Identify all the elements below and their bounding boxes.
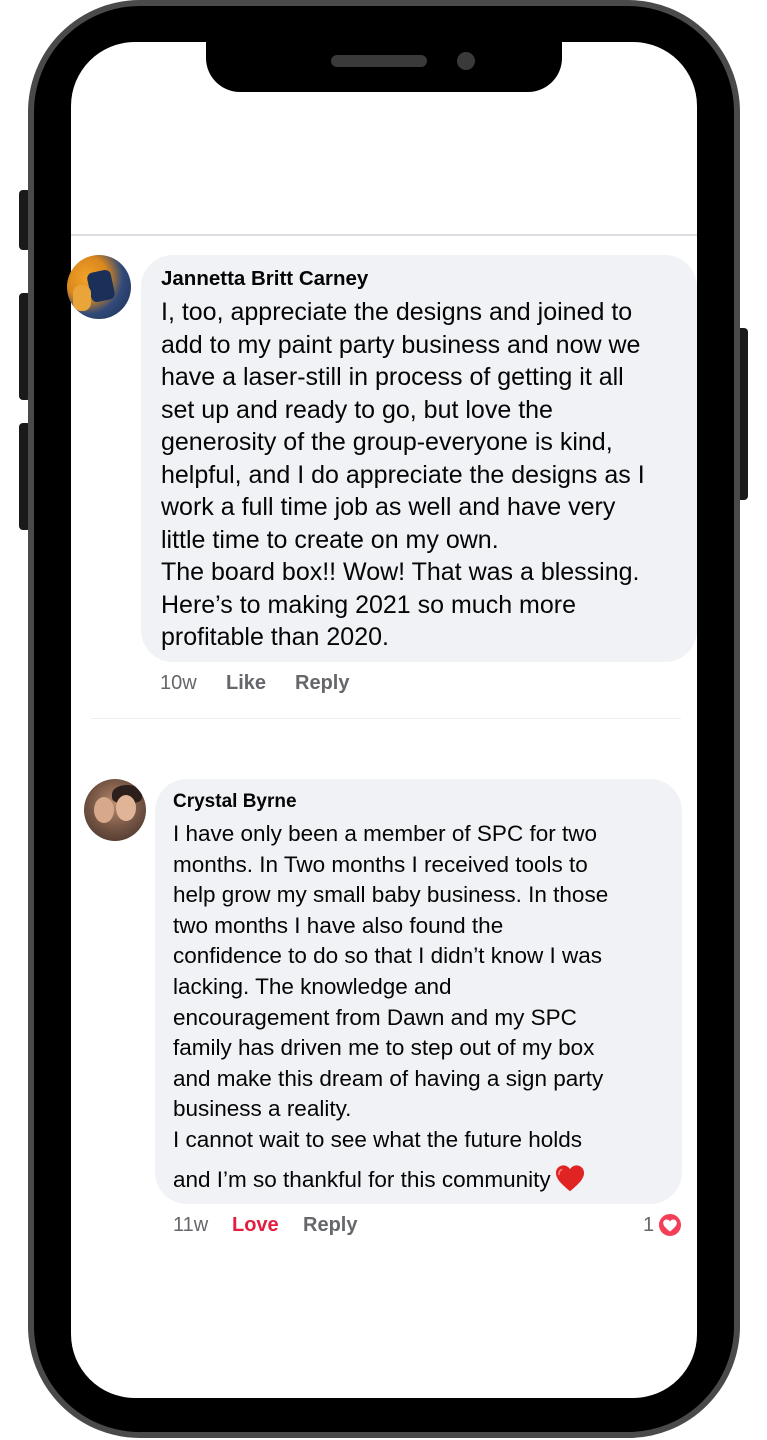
comment-line: months. In Two months I received tools t… [173,851,588,877]
comment-author[interactable]: Crystal Byrne [173,792,668,812]
comment-line: and I’m so thankful for this community [173,1164,668,1196]
comment-line: work a full time job as well and have ve… [161,493,616,521]
comment-bubble: Jannetta Britt Carney I, too, appreciate… [141,255,697,662]
comment-author[interactable]: Jannetta Britt Carney [161,268,679,290]
comment-line: little time to create on my own. [161,525,499,554]
earpiece-speaker [331,55,427,67]
divider [71,234,697,236]
comment-line: I, too, appreciate the designs and joine… [161,298,633,326]
comment-line: add to my paint party business and now w… [161,330,641,359]
comment-timestamp[interactable]: 10w [160,672,197,695]
comment-text: I have only been a member of SPC for two… [173,819,668,1195]
reaction-summary[interactable]: 1 [643,1211,684,1239]
front-camera [457,52,475,70]
comment-line: Here’s to making 2021 so much more [161,590,577,619]
reply-button[interactable]: Reply [295,672,349,695]
reaction-count: 1 [643,1213,655,1236]
divider [91,718,681,719]
comment-line: generosity of the group-everyone is kind… [161,428,613,456]
comment-line: family has driven me to step out of my b… [173,1035,595,1061]
comment-timestamp[interactable]: 11w [173,1214,208,1237]
comment-line: two months I have also found the [173,912,504,938]
comment-line: business a reality. [173,1096,352,1122]
reply-button[interactable]: Reply [303,1214,357,1237]
comment-line: set up and ready to go, but love the [161,395,553,424]
avatar[interactable] [84,779,146,841]
comment-line: confidence to do so that I didn’t know I… [173,943,603,969]
comment-line-text: and I’m so thankful for this community [173,1166,551,1192]
comment-line: I have only been a member of SPC for two [173,821,597,846]
comment-line: lacking. The knowledge and [173,973,452,999]
red-heart-emoji-icon [555,1164,584,1191]
comment-line: helpful, and I do appreciate the designs… [161,460,645,489]
comment-line: help grow my small baby business. In tho… [173,882,609,908]
comment-text: I, too, appreciate the designs and joine… [161,296,679,654]
comment-line: encouragement from Dawn and my SPC [173,1004,577,1030]
comment-line: and make this dream of having a sign par… [173,1065,604,1091]
love-button[interactable]: Love [232,1214,279,1237]
love-reaction-icon [657,1212,684,1238]
comment-line: have a laser-still in process of getting… [161,363,624,391]
phone-mockup: Jannetta Britt Carney I, too, appreciate… [0,0,767,1440]
like-button[interactable]: Like [226,672,266,695]
comment-line: profitable than 2020. [161,623,389,651]
avatar[interactable] [67,255,131,319]
comment-bubble: Crystal Byrne I have only been a member … [155,779,682,1204]
comment-line: The board box!! Wow! That was a blessing… [161,558,640,586]
comment-line: I cannot wait to see what the future hol… [173,1126,582,1152]
